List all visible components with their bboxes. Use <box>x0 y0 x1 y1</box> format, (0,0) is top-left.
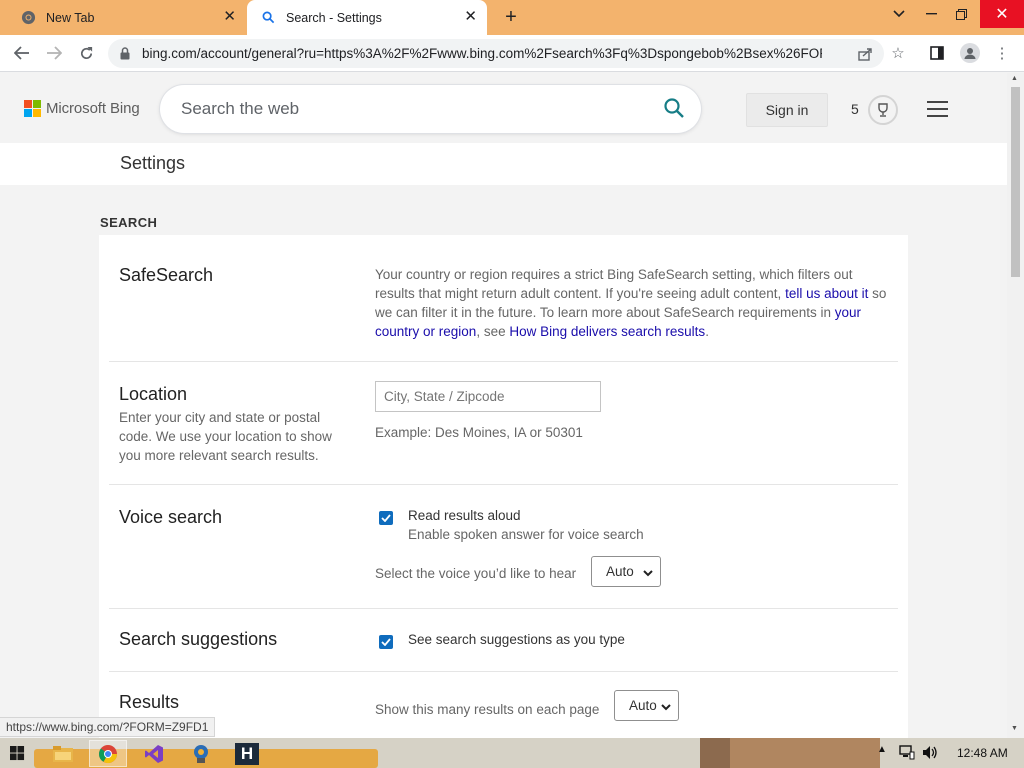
hamburger-menu-icon[interactable] <box>927 101 948 122</box>
results-select[interactable]: Auto <box>614 690 679 721</box>
rewards-trophy-icon[interactable] <box>868 95 898 125</box>
app-icon[interactable] <box>182 740 220 767</box>
safesearch-text: , see <box>476 324 510 339</box>
start-button-icon[interactable] <box>0 740 34 767</box>
microsoft-bing-logo[interactable]: Microsoft Bing <box>24 100 140 117</box>
bing-settings-page: Microsoft Bing Search the web Sign in 5 … <box>0 73 1007 738</box>
how-bing-delivers-link[interactable]: How Bing delivers search results <box>509 324 705 339</box>
read-aloud-label[interactable]: Read results aloud <box>408 508 521 523</box>
side-panel-icon[interactable] <box>928 44 946 62</box>
section-heading: SEARCH <box>100 215 158 230</box>
safesearch-description: Your country or region requires a strict… <box>375 265 890 341</box>
scrollbar-thumb[interactable] <box>1011 87 1020 277</box>
location-title: Location <box>119 384 188 404</box>
suggestions-label[interactable]: See search suggestions as you type <box>408 632 625 647</box>
search-input[interactable]: Search the web <box>181 99 299 119</box>
bookmark-star-icon[interactable]: ☆ <box>889 44 907 62</box>
tab-label: New Tab <box>46 10 95 25</box>
network-icon[interactable] <box>899 745 915 763</box>
location-input[interactable] <box>375 381 601 412</box>
location-example: Example: Des Moines, IA or 50301 <box>375 425 583 440</box>
tab-new-tab[interactable]: New Tab ✕ <box>0 0 246 35</box>
voice-search-title: Voice search <box>119 507 223 527</box>
safesearch-text: . <box>705 324 709 339</box>
location-description: Enter your city and state or postal code… <box>119 410 332 463</box>
microsoft-logo-icon <box>24 100 41 117</box>
minimize-icon[interactable] <box>916 0 946 28</box>
chrome-taskbar-icon[interactable] <box>89 740 127 767</box>
taskbar-clock[interactable]: 12:48 AM <box>957 746 1008 760</box>
profile-avatar-icon[interactable] <box>960 43 980 63</box>
tab-label: Search - Settings <box>286 10 382 25</box>
link-status-bar: https://www.bing.com/?FORM=Z9FD1 <box>0 717 216 737</box>
sign-in-button[interactable]: Sign in <box>746 93 828 127</box>
search-box[interactable]: Search the web <box>160 85 701 133</box>
new-tab-button[interactable]: + <box>500 6 522 28</box>
voice-select[interactable]: Auto <box>591 556 661 587</box>
restore-icon[interactable] <box>946 0 976 28</box>
results-select-label: Show this many results on each page <box>375 702 600 717</box>
rewards-count[interactable]: 5 <box>851 101 859 117</box>
bing-header: Microsoft Bing Search the web Sign in 5 <box>0 73 1007 143</box>
read-aloud-sublabel: Enable spoken answer for voice search <box>408 527 644 542</box>
safesearch-title: SafeSearch <box>119 265 214 285</box>
search-suggestions-row: Search suggestions See search suggestion… <box>109 609 898 672</box>
scroll-down-icon[interactable]: ▼ <box>1011 725 1018 732</box>
address-bar[interactable]: bing.com/account/general?ru=https%3A%2F%… <box>108 39 884 68</box>
tell-us-link[interactable]: tell us about it <box>785 286 868 301</box>
voice-select-label: Select the voice you’d like to hear <box>375 566 577 581</box>
more-menu-icon[interactable]: ⋮ <box>993 44 1011 62</box>
lock-icon[interactable] <box>120 47 130 65</box>
tab-search-settings[interactable]: Search - Settings ✕ <box>247 0 487 35</box>
tray-overflow-icon[interactable]: ▲ <box>877 744 887 755</box>
page-title: Settings <box>120 153 186 173</box>
search-icon[interactable] <box>663 97 685 124</box>
browser-toolbar: bing.com/account/general?ru=https%3A%2F%… <box>0 35 1024 72</box>
settings-card: SafeSearch Your country or region requir… <box>99 235 908 738</box>
results-title: Results <box>119 692 180 712</box>
forward-icon[interactable] <box>42 42 66 64</box>
settings-bar: Settings <box>0 143 1007 185</box>
tab-strip: New Tab ✕ Search - Settings ✕ + ✕ <box>0 0 1024 35</box>
visual-studio-icon[interactable] <box>135 740 173 767</box>
close-tab-icon[interactable]: ✕ <box>464 9 477 25</box>
volume-icon[interactable] <box>922 745 938 763</box>
brand-name: Microsoft Bing <box>46 100 140 117</box>
back-icon[interactable] <box>10 42 34 64</box>
safesearch-text: Your country or region requires a strict… <box>375 267 853 301</box>
read-aloud-checkbox[interactable] <box>379 511 393 525</box>
tab-search-dropdown-icon[interactable] <box>884 0 914 28</box>
close-window-icon[interactable]: ✕ <box>980 0 1024 28</box>
taskbar-background <box>730 738 880 768</box>
reload-icon[interactable] <box>74 42 98 64</box>
results-row: Results Show this many results on each p… <box>109 672 898 738</box>
safesearch-row: SafeSearch Your country or region requir… <box>109 235 898 362</box>
chevron-down-icon <box>643 566 653 581</box>
share-icon[interactable] <box>856 45 874 63</box>
page-scrollbar[interactable]: ▲ ▼ <box>1007 73 1024 738</box>
chrome-icon <box>20 10 36 26</box>
suggestions-checkbox[interactable] <box>379 635 393 649</box>
voice-select-value: Auto <box>606 564 634 579</box>
location-row: Location Enter your city and state or po… <box>109 362 898 485</box>
search-icon <box>260 10 276 26</box>
chevron-down-icon <box>661 700 671 715</box>
results-select-value: Auto <box>629 698 657 713</box>
close-tab-icon[interactable]: ✕ <box>223 9 236 25</box>
windows-taskbar: H ▲ 12:48 AM <box>0 738 1024 768</box>
search-suggestions-title: Search suggestions <box>119 629 278 649</box>
voice-search-row: Voice search Read results aloud Enable s… <box>109 485 898 609</box>
scroll-up-icon[interactable]: ▲ <box>1011 75 1018 82</box>
file-explorer-icon[interactable] <box>44 740 82 767</box>
url-text[interactable]: bing.com/account/general?ru=https%3A%2F%… <box>142 46 822 61</box>
h-app-icon[interactable]: H <box>228 740 266 767</box>
